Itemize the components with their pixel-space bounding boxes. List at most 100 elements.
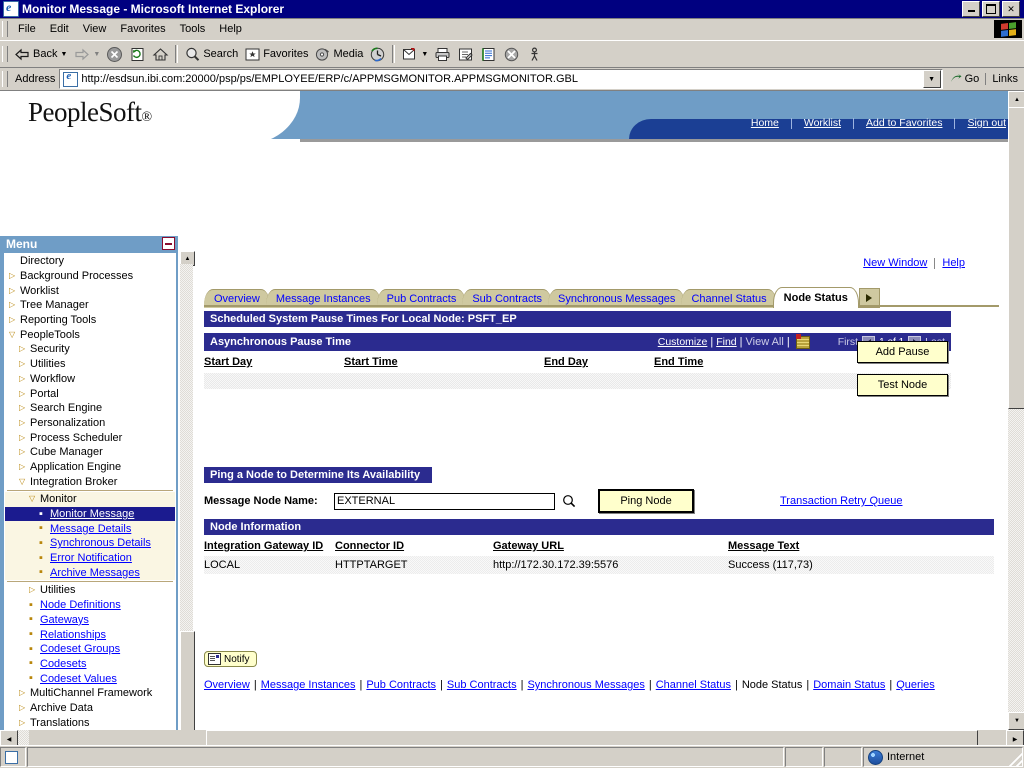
sidebar-item-label[interactable]: Codeset Groups xyxy=(40,643,120,655)
sidebar-item-message-details[interactable]: ▪ Message Details xyxy=(5,521,175,537)
sidebar-item-label[interactable]: Node Definitions xyxy=(40,599,121,611)
resize-grip[interactable] xyxy=(1009,753,1023,767)
sidebar-item-application-engine[interactable]: ▷ Application Engine xyxy=(5,460,175,475)
menu-grip[interactable] xyxy=(2,21,8,37)
go-button[interactable]: Go xyxy=(943,72,986,86)
col-start-day[interactable]: Start Day xyxy=(204,356,344,368)
col-connector-id[interactable]: Connector ID xyxy=(335,540,493,552)
bottom-link-overview[interactable]: Overview xyxy=(204,679,250,691)
sidebar-item-multichannel-framework[interactable]: ▷ MultiChannel Framework xyxy=(5,686,175,701)
bottom-link-message-instances[interactable]: Message Instances xyxy=(261,679,356,691)
sidebar-item-label[interactable]: Monitor Message xyxy=(50,508,134,520)
bottom-link-channel-status[interactable]: Channel Status xyxy=(656,679,731,691)
sidebar-item-label[interactable]: Message Details xyxy=(50,523,131,535)
windows-logo-button[interactable] xyxy=(994,20,1022,38)
refresh-button[interactable] xyxy=(126,43,149,65)
menu-edit[interactable]: Edit xyxy=(43,21,76,37)
bottom-link-synchronous-messages[interactable]: Synchronous Messages xyxy=(527,679,644,691)
help-link[interactable]: Help xyxy=(935,257,972,269)
sidebar-scroll-thumb[interactable] xyxy=(180,631,195,746)
menu-file[interactable]: File xyxy=(11,21,43,37)
sidebar-item-portal[interactable]: ▷ Portal xyxy=(5,386,175,401)
sidebar-item-monitor-message[interactable]: ▪ Monitor Message xyxy=(5,506,175,522)
back-button[interactable]: Back ▼ xyxy=(11,43,70,65)
bottom-link-queries[interactable]: Queries xyxy=(896,679,935,691)
nav-worklist[interactable]: Worklist xyxy=(792,117,853,129)
menu-view[interactable]: View xyxy=(76,21,114,37)
sidebar-item-process-scheduler[interactable]: ▷ Process Scheduler xyxy=(5,430,175,445)
edit-button[interactable] xyxy=(454,43,477,65)
sidebar-item-label[interactable]: Codeset Values xyxy=(40,673,117,685)
sidebar-item-monitor[interactable]: ▽ Monitor xyxy=(5,492,175,507)
bottom-link-pub-contracts[interactable]: Pub Contracts xyxy=(366,679,436,691)
media-button[interactable]: Media xyxy=(311,43,366,65)
discuss-button[interactable] xyxy=(477,43,500,65)
sidebar-item-reporting-tools[interactable]: ▷ Reporting Tools xyxy=(5,313,175,328)
sidebar-item-label[interactable]: Error Notification xyxy=(50,552,132,564)
sidebar-item-translations[interactable]: ▷ Translations xyxy=(5,715,175,730)
sidebar-item-security[interactable]: ▷ Security xyxy=(5,342,175,357)
menu-favorites[interactable]: Favorites xyxy=(113,21,172,37)
sidebar-item-worklist[interactable]: ▷ Worklist xyxy=(5,283,175,298)
forward-button[interactable]: ▼ xyxy=(70,43,103,65)
sidebar-item-integration-broker[interactable]: ▽ Integration Broker xyxy=(5,474,175,489)
people-button[interactable] xyxy=(523,43,546,65)
sidebar-item-codeset-values[interactable]: ▪ Codeset Values xyxy=(5,671,175,686)
sidebar-item-utilities[interactable]: ▷ Utilities xyxy=(5,357,175,372)
messenger-button[interactable] xyxy=(500,43,523,65)
spreadsheet-icon[interactable] xyxy=(795,333,810,349)
sidebar-item-archive-messages[interactable]: ▪ Archive Messages xyxy=(5,565,175,581)
search-button[interactable]: Search xyxy=(181,43,241,65)
magnifier-icon[interactable] xyxy=(561,494,576,509)
sidebar-item-cube-manager[interactable]: ▷ Cube Manager xyxy=(5,445,175,460)
sidebar-item-archive-data[interactable]: ▷ Archive Data xyxy=(5,701,175,716)
menu-collapse-icon[interactable] xyxy=(162,237,175,250)
page-scroll-left-button[interactable]: ◀ xyxy=(0,730,18,746)
close-button[interactable]: ✕ xyxy=(1002,1,1020,17)
home-button[interactable] xyxy=(149,43,172,65)
toolbar-grip[interactable] xyxy=(2,46,8,62)
minimize-button[interactable] xyxy=(962,1,980,17)
history-button[interactable] xyxy=(366,43,389,65)
sidebar-item-tree-manager[interactable]: ▷ Tree Manager xyxy=(5,298,175,313)
sidebar-item-search-engine[interactable]: ▷ Search Engine xyxy=(5,401,175,416)
stop-button[interactable] xyxy=(103,43,126,65)
page-scroll-right-button[interactable]: ▶ xyxy=(1006,730,1024,746)
sidebar-item-peopletools[interactable]: ▽ PeopleTools xyxy=(5,327,175,342)
address-input[interactable]: http://esdsun.ibi.com:20000/psp/ps/EMPLO… xyxy=(59,69,943,89)
back-dropdown-icon[interactable]: ▼ xyxy=(60,51,67,58)
mail-button[interactable]: ▼ xyxy=(398,43,431,65)
maximize-button[interactable] xyxy=(982,1,1000,17)
links-button[interactable]: Links xyxy=(985,73,1024,85)
sidebar-item-codeset-groups[interactable]: ▪ Codeset Groups xyxy=(5,642,175,657)
pager-first-label[interactable]: First xyxy=(838,336,858,348)
sidebar-item-error-notification[interactable]: ▪ Error Notification xyxy=(5,550,175,566)
col-gateway-url[interactable]: Gateway URL xyxy=(493,540,728,552)
sidebar-item-background-processes[interactable]: ▷ Background Processes xyxy=(5,269,175,284)
ping-node-button[interactable]: Ping Node xyxy=(598,489,694,513)
customize-link[interactable]: Customize xyxy=(658,336,708,348)
mail-dropdown-icon[interactable]: ▼ xyxy=(421,51,428,58)
test-node-button[interactable]: Test Node xyxy=(857,374,948,396)
tab-node-status[interactable]: Node Status xyxy=(772,287,859,308)
forward-dropdown-icon[interactable]: ▼ xyxy=(93,51,100,58)
message-node-name-input[interactable]: EXTERNAL xyxy=(334,492,555,510)
sidebar-item-workflow[interactable]: ▷ Workflow xyxy=(5,372,175,387)
find-link[interactable]: Find xyxy=(716,336,736,348)
sidebar-item-relationships[interactable]: ▪ Relationships xyxy=(5,627,175,642)
sidebar-item-synchronous-details[interactable]: ▪ Synchronous Details xyxy=(5,536,175,551)
page-scroll-thumb[interactable] xyxy=(1008,107,1024,409)
view-all-link[interactable]: View All xyxy=(746,336,784,348)
sidebar-item-gateways[interactable]: ▪ Gateways xyxy=(5,613,175,628)
sidebar-item-personalization[interactable]: ▷ Personalization xyxy=(5,416,175,431)
transaction-retry-queue-link[interactable]: Transaction Retry Queue xyxy=(780,495,902,507)
sidebar-item-label[interactable]: Synchronous Details xyxy=(50,537,151,549)
menu-tools[interactable]: Tools xyxy=(173,21,213,37)
menu-help[interactable]: Help xyxy=(212,21,249,37)
col-message-text[interactable]: Message Text xyxy=(728,540,868,552)
sidebar-item-node-definitions[interactable]: ▪ Node Definitions xyxy=(5,598,175,613)
sidebar-item-directory[interactable]: Directory xyxy=(5,254,175,269)
sidebar-item-label[interactable]: Codesets xyxy=(40,658,86,670)
sidebar-item-label[interactable]: Archive Messages xyxy=(50,567,140,579)
address-dropdown-button[interactable]: ▼ xyxy=(922,70,941,88)
